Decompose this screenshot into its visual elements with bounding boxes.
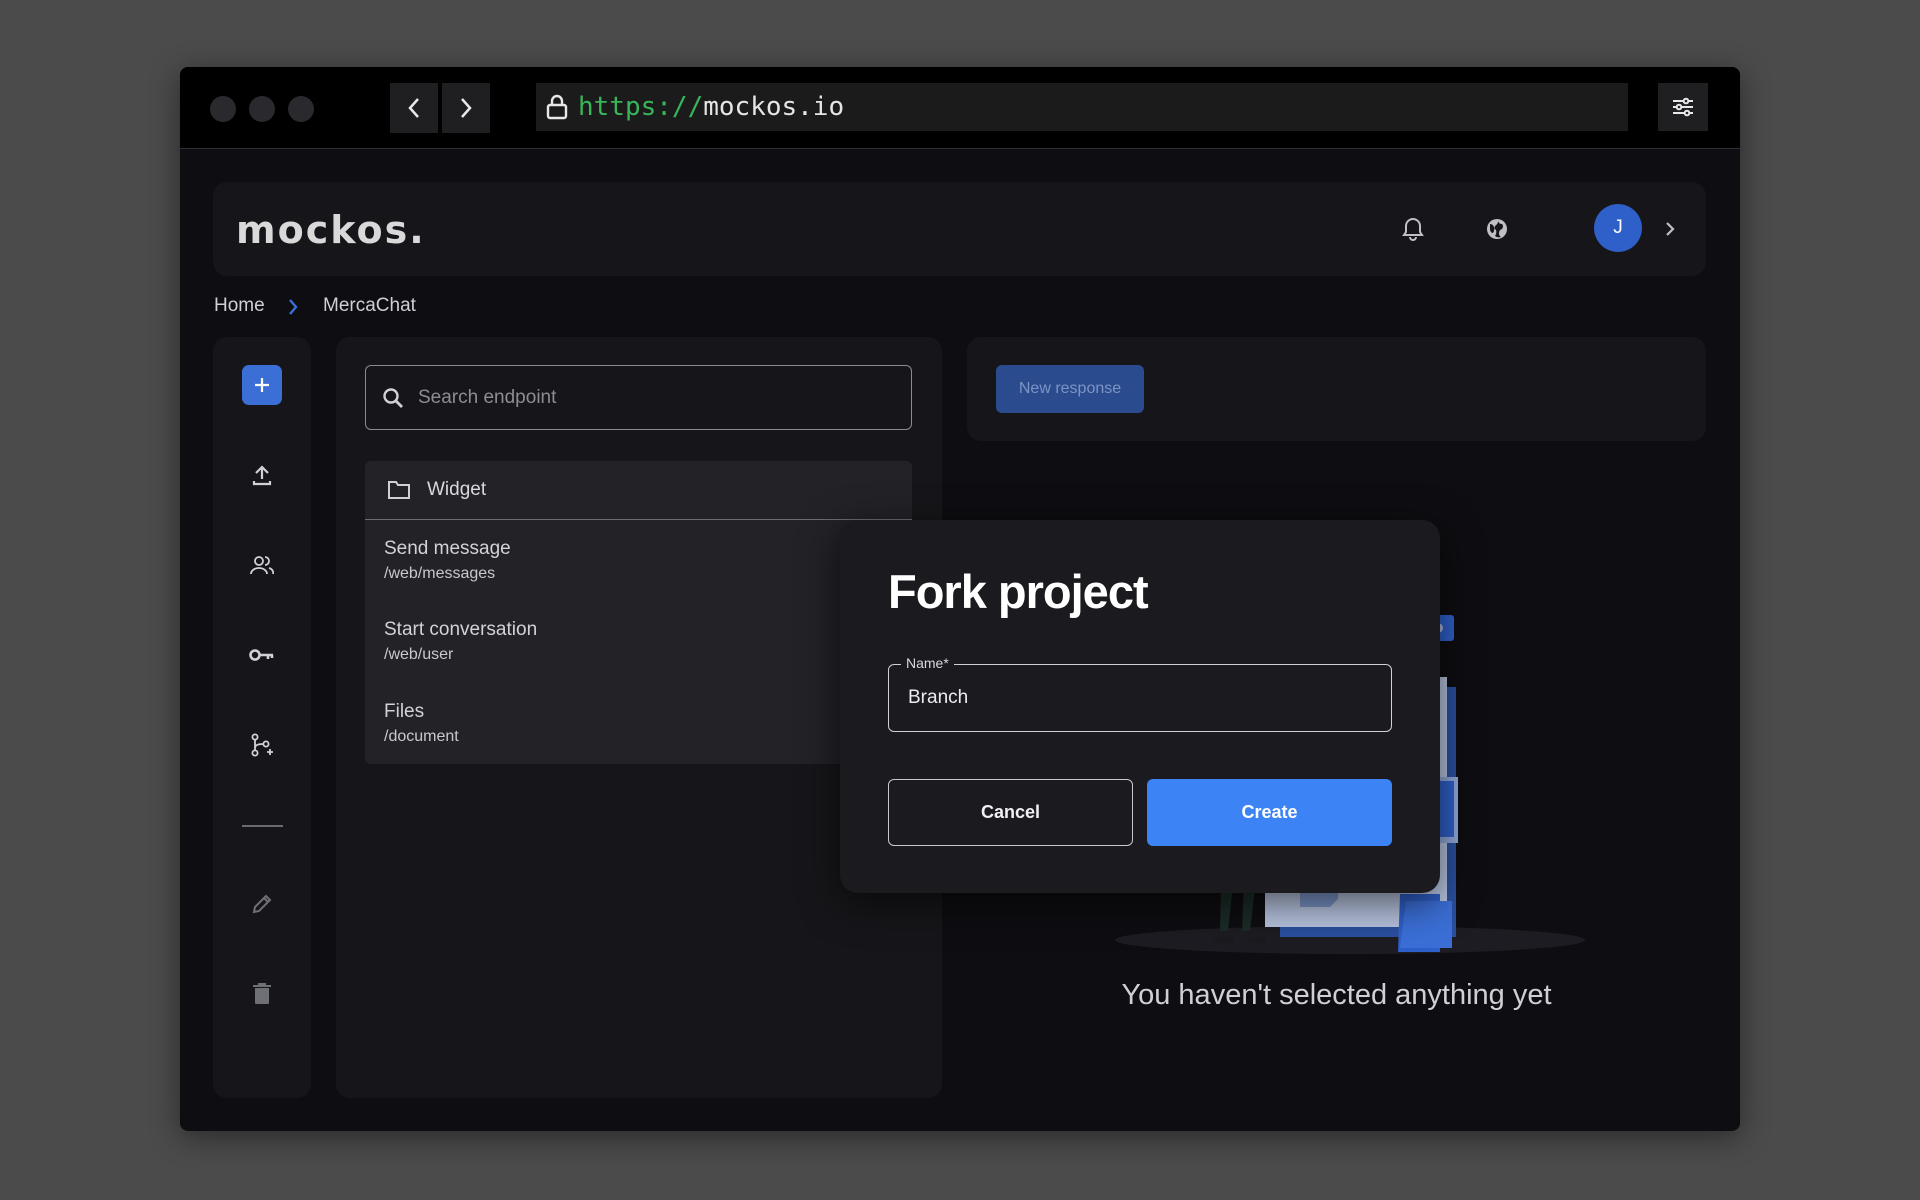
list-item[interactable]: Files /document (384, 701, 459, 746)
dialog-title: Fork project (888, 565, 1149, 618)
account-menu-button[interactable] (1660, 217, 1680, 241)
endpoint-name: Files (384, 701, 425, 722)
search-input[interactable]: Search endpoint (365, 365, 912, 430)
endpoint-name: Send message (384, 538, 511, 559)
window-minimize-dot[interactable] (249, 96, 275, 122)
app-header: mockos. J (213, 182, 1706, 276)
keys-button[interactable] (242, 635, 282, 675)
empty-state-message: You haven't selected anything yet (1121, 979, 1552, 1011)
plus-icon (255, 378, 269, 392)
trash-icon (253, 983, 271, 1004)
list-item[interactable]: Send message /web/messages (384, 538, 511, 583)
browser-toolbar: https://mockos.io (180, 67, 1740, 149)
breadcrumb-home[interactable]: Home (214, 295, 265, 317)
user-avatar[interactable]: J (1594, 204, 1642, 252)
back-button[interactable] (390, 83, 438, 133)
search-icon (383, 387, 403, 408)
key-icon (249, 649, 274, 661)
breadcrumb-current: MercaChat (323, 295, 416, 316)
chevron-left-icon (408, 98, 419, 118)
url-host: mockos.io (703, 92, 845, 122)
pencil-icon (252, 894, 272, 914)
git-fork-icon (251, 733, 273, 757)
app-logo[interactable]: mockos. (236, 208, 426, 252)
browser-window: https://mockos.io mockos. J Home MercaCh… (180, 67, 1740, 1131)
name-field[interactable]: Name* Branch (888, 655, 1392, 732)
browser-settings-button[interactable] (1658, 83, 1708, 131)
window-close-dot[interactable] (210, 96, 236, 122)
folder-name: Widget (427, 479, 487, 500)
delete-button[interactable] (242, 974, 282, 1014)
sidebar-rail (213, 337, 311, 1098)
folder-widget[interactable]: Widget (365, 461, 912, 520)
endpoint-list: Widget Send message /web/messages Start … (365, 461, 912, 764)
fork-project-dialog: Fork project Name* Branch Cancel Create (840, 520, 1440, 893)
upload-button[interactable] (242, 455, 282, 495)
address-bar[interactable]: https://mockos.io (536, 83, 1628, 131)
endpoint-path: /web/user (384, 646, 454, 663)
notifications-button[interactable] (1399, 215, 1427, 243)
window-maximize-dot[interactable] (288, 96, 314, 122)
name-field-label: Name* (901, 655, 954, 671)
fork-button[interactable] (242, 725, 282, 765)
bell-icon (1402, 217, 1424, 241)
name-field-value: Branch (908, 687, 969, 708)
chevron-right-icon (289, 299, 298, 315)
url-scheme: https:// (578, 92, 704, 122)
create-button[interactable]: Create (1147, 779, 1392, 846)
chevron-right-icon (461, 98, 472, 118)
search-placeholder: Search endpoint (418, 386, 557, 408)
response-toolbar: New response (967, 337, 1706, 441)
sidebar-divider (242, 825, 283, 827)
users-icon (250, 556, 274, 575)
sliders-icon (1673, 97, 1693, 117)
add-button[interactable] (242, 365, 282, 405)
lock-icon (546, 94, 568, 120)
forward-button[interactable] (442, 83, 490, 133)
endpoint-name: Start conversation (384, 619, 538, 640)
new-response-button[interactable]: New response (996, 365, 1144, 413)
edit-button[interactable] (242, 884, 282, 924)
list-item[interactable]: Start conversation /web/user (384, 619, 537, 664)
language-button[interactable] (1483, 215, 1511, 243)
users-button[interactable] (242, 545, 282, 585)
endpoint-path: /document (384, 728, 459, 745)
cancel-button[interactable]: Cancel (888, 779, 1133, 846)
globe-icon (1487, 219, 1507, 239)
endpoint-path: /web/messages (384, 565, 496, 582)
folder-icon (388, 481, 410, 499)
upload-icon (252, 465, 272, 486)
chevron-right-icon (1666, 222, 1675, 236)
